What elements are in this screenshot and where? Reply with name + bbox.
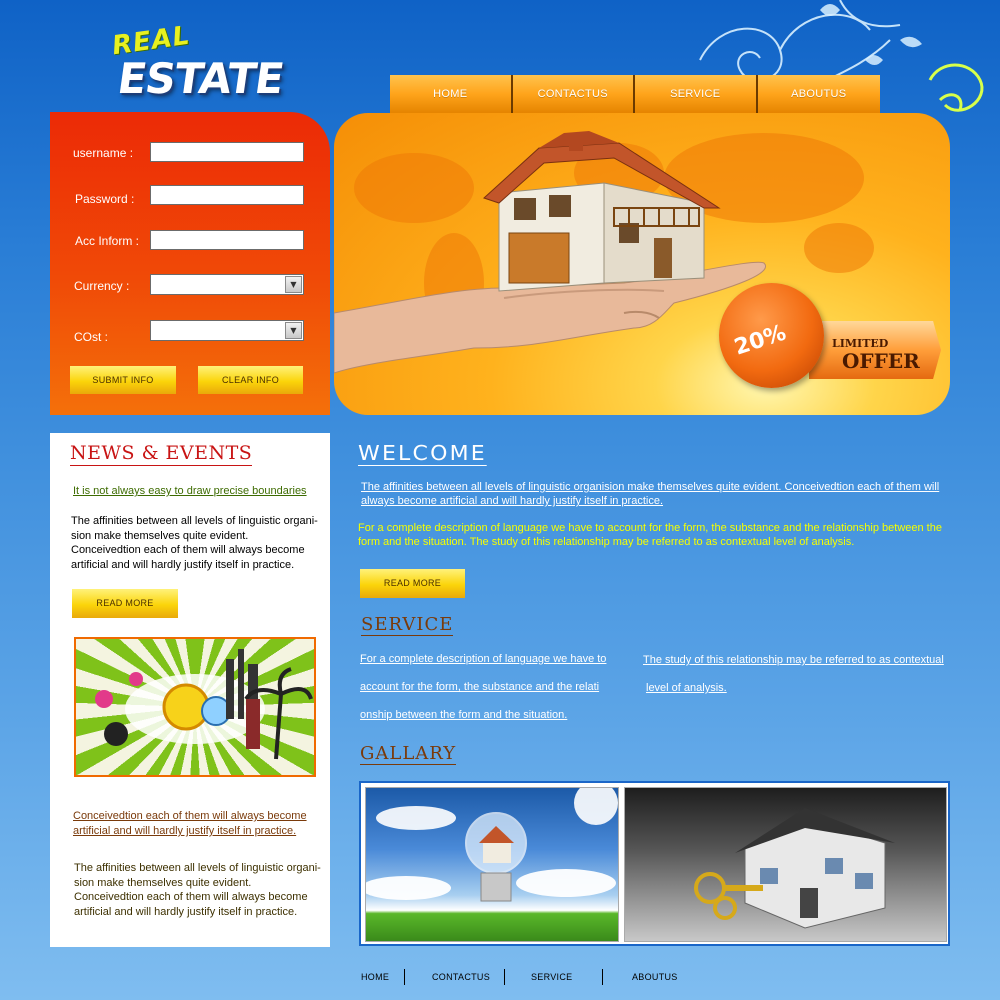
service-title: SERVICE [361,614,454,636]
service-col2-line1[interactable]: The study of this relationship may be re… [643,646,944,674]
hero-banner: 20% LIMITED OFFER [334,113,950,415]
service-col1-line3[interactable]: onship between the form and the situatio… [360,701,606,729]
currency-select[interactable]: ▼ [150,274,304,295]
submit-info-button[interactable]: SUBMIT INFO [70,366,176,394]
chevron-down-icon[interactable]: ▼ [285,322,302,339]
nav-service[interactable]: SERVICE [635,75,758,113]
footer-nav-contactus[interactable]: CONTACTUS [432,972,490,982]
gallery-image-lightbulb-house[interactable] [365,787,619,942]
username-label: username : [73,146,134,160]
summer-promo-image[interactable] [74,637,316,777]
logo-estate-text: ESTATE [114,54,287,103]
gallery-box [359,781,950,946]
footer-divider [602,969,603,985]
nav-contactus[interactable]: CONTACTUS [512,75,635,113]
house-keys-illustration [694,808,895,929]
nav-home[interactable]: HOME [390,75,513,113]
welcome-title: WELCOME [358,441,487,466]
cost-select[interactable]: ▼ [150,320,304,341]
password-label: Password : [75,192,135,206]
cost-label: COst : [74,330,109,344]
gallery-title: GALLARY [360,743,457,765]
footer-divider [504,969,505,985]
service-column-1: For a complete description of language w… [360,645,606,729]
news-headline-link[interactable]: It is not always easy to draw precise bo… [73,485,307,497]
service-column-2: The study of this relationship may be re… [643,646,944,702]
offer-text: OFFER [842,349,920,373]
acc-inform-label: Acc Inform : [75,234,140,248]
gallery-image-house-keys[interactable] [624,787,947,942]
service-col1-line2[interactable]: account for the form, the substance and … [360,673,606,701]
news-events-panel: NEWS & EVENTS It is not always easy to d… [50,433,330,947]
lightbulb-house-illustration [366,788,618,902]
service-col2-line2[interactable]: level of analysis. [643,674,944,702]
news-events-title: NEWS & EVENTS [70,442,253,466]
service-col1-line1[interactable]: For a complete description of language w… [360,645,606,673]
site-logo[interactable]: REAL ESTATE [100,18,300,108]
news-read-more-button[interactable]: READ MORE [72,589,178,618]
news-paragraph-2: The affinities between all levels of lin… [74,862,321,918]
footer-divider [404,969,405,985]
acc-inform-input[interactable] [150,230,304,250]
footer-nav-service[interactable]: SERVICE [531,972,572,982]
username-input[interactable] [150,142,304,162]
chevron-down-icon[interactable]: ▼ [285,276,302,293]
welcome-read-more-button[interactable]: READ MORE [360,569,465,598]
news-article-link[interactable]: Conceivedtion each of them will always b… [73,809,313,839]
nav-aboutus[interactable]: ABOUTUS [757,75,880,113]
currency-label: Currency : [74,279,130,293]
footer-nav-aboutus[interactable]: ABOUTUS [632,972,678,982]
welcome-paragraph: For a complete description of language w… [358,522,942,548]
welcome-link[interactable]: The affinities between all levels of lin… [361,480,941,508]
clear-info-button[interactable]: CLEAR INFO [198,366,303,394]
summer-illustration [95,649,313,760]
login-panel: username : Password : Acc Inform : Curre… [50,112,330,415]
password-input[interactable] [150,185,304,205]
footer-nav-home[interactable]: HOME [361,972,389,982]
news-paragraph-1: The affinities between all levels of lin… [71,515,318,571]
top-navigation: HOME CONTACTUS SERVICE ABOUTUS [390,75,880,113]
